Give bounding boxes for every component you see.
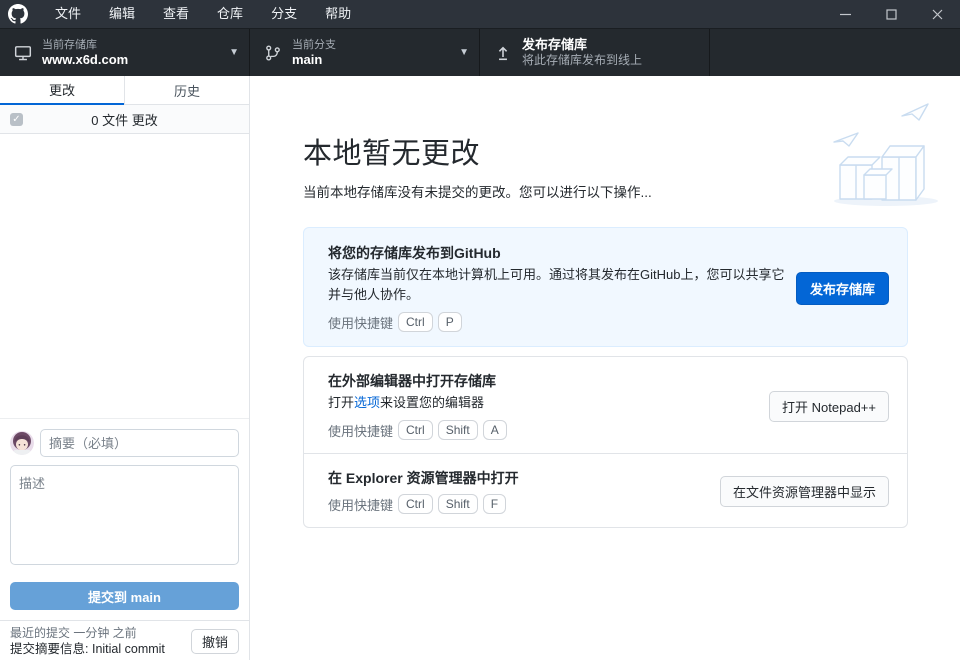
publish-repository-toolbar-button[interactable]: 发布存储库 将此存储库发布到线上 bbox=[480, 29, 710, 76]
sidebar: 更改 历史 ✓ 0 文件 更改 bbox=[0, 76, 250, 660]
key-ctrl: Ctrl bbox=[398, 312, 433, 332]
publish-repository-button[interactable]: 发布存储库 bbox=[796, 272, 889, 305]
commit-form: 提交到 main bbox=[0, 418, 249, 620]
key-shift: Shift bbox=[438, 420, 478, 440]
changes-list bbox=[0, 134, 249, 418]
key-f: F bbox=[483, 494, 506, 514]
page-subtitle: 当前本地存储库没有未提交的更改。您可以进行以下操作... bbox=[303, 181, 908, 201]
commit-to-main-button[interactable]: 提交到 main bbox=[10, 582, 239, 610]
branch-name: main bbox=[292, 52, 455, 68]
tab-changes[interactable]: 更改 bbox=[0, 76, 124, 105]
maximize-button[interactable] bbox=[868, 0, 914, 28]
publish-card-title: 将您的存储库发布到GitHub bbox=[328, 244, 796, 262]
key-ctrl: Ctrl bbox=[398, 420, 433, 440]
repository-label: 当前存储库 bbox=[42, 38, 225, 52]
show-in-explorer-button[interactable]: 在文件资源管理器中显示 bbox=[720, 476, 889, 507]
undo-button[interactable]: 撤销 bbox=[191, 629, 239, 654]
key-shift: Shift bbox=[438, 494, 478, 514]
explorer-card-shortcut: 使用快捷键 Ctrl Shift F bbox=[328, 494, 720, 514]
chevron-down-icon: ▼ bbox=[459, 47, 469, 58]
key-p: P bbox=[438, 312, 462, 332]
chevron-down-icon: ▼ bbox=[229, 47, 239, 58]
select-all-checkbox[interactable]: ✓ bbox=[10, 113, 23, 126]
menu-edit[interactable]: 编辑 bbox=[95, 0, 149, 28]
app-body: 更改 历史 ✓ 0 文件 更改 bbox=[0, 76, 960, 660]
avatar bbox=[10, 431, 34, 455]
key-a: A bbox=[483, 420, 507, 440]
current-repository-dropdown[interactable]: 当前存储库 www.x6d.com ▼ bbox=[0, 29, 250, 76]
tab-history[interactable]: 历史 bbox=[124, 76, 249, 105]
page-title: 本地暂无更改 bbox=[303, 130, 908, 172]
minimize-button[interactable] bbox=[822, 0, 868, 28]
main-panel: 本地暂无更改 当前本地存储库没有未提交的更改。您可以进行以下操作... 将您的存… bbox=[250, 76, 960, 660]
menu-repository[interactable]: 仓库 bbox=[203, 0, 257, 28]
open-notepad-button[interactable]: 打开 Notepad++ bbox=[769, 391, 889, 422]
publish-title: 发布存储库 bbox=[522, 37, 699, 53]
computer-icon bbox=[14, 44, 32, 62]
close-button[interactable] bbox=[914, 0, 960, 28]
commit-description-input[interactable] bbox=[10, 465, 239, 565]
file-count-label: 0 文件 更改 bbox=[0, 110, 249, 129]
options-link[interactable]: 选项 bbox=[354, 395, 380, 410]
editor-card-shortcut: 使用快捷键 Ctrl Shift A bbox=[328, 420, 769, 440]
toolbar: 当前存储库 www.x6d.com ▼ 当前分支 main ▼ 发布存储库 将此… bbox=[0, 28, 960, 76]
publish-card-body: 该存储库当前仅在本地计算机上可用。通过将其发布在GitHub上，您可以共享它并与… bbox=[328, 265, 796, 305]
commit-summary-input[interactable] bbox=[40, 429, 239, 457]
git-branch-icon bbox=[264, 44, 282, 62]
current-branch-dropdown[interactable]: 当前分支 main ▼ bbox=[250, 29, 480, 76]
menu-file[interactable]: 文件 bbox=[41, 0, 95, 28]
changed-files-header: ✓ 0 文件 更改 bbox=[0, 105, 249, 134]
menu-branch[interactable]: 分支 bbox=[257, 0, 311, 28]
open-in-editor-card: 在外部编辑器中打开存储库 打开选项来设置您的编辑器 使用快捷键 Ctrl Shi… bbox=[304, 357, 907, 453]
publish-card: 将您的存储库发布到GitHub 该存储库当前仅在本地计算机上可用。通过将其发布在… bbox=[303, 227, 908, 347]
actions-card-group: 在外部编辑器中打开存储库 打开选项来设置您的编辑器 使用快捷键 Ctrl Shi… bbox=[303, 356, 908, 528]
branch-label: 当前分支 bbox=[292, 38, 455, 52]
explorer-card-title: 在 Explorer 资源管理器中打开 bbox=[328, 469, 720, 487]
github-logo-icon bbox=[8, 4, 28, 24]
recent-commit-bar: 最近的提交 一分钟 之前 提交摘要信息: Initial commit 撤销 bbox=[0, 620, 249, 660]
github-desktop-window: 文件 编辑 查看 仓库 分支 帮助 当前存储库 www.x6d.com ▼ bbox=[0, 0, 960, 660]
repository-name: www.x6d.com bbox=[42, 52, 225, 68]
sidebar-tabs: 更改 历史 bbox=[0, 76, 249, 105]
menu-help[interactable]: 帮助 bbox=[311, 0, 365, 28]
window-controls bbox=[822, 0, 960, 28]
editor-card-body: 打开选项来设置您的编辑器 bbox=[328, 393, 769, 413]
publish-card-shortcut: 使用快捷键 Ctrl P bbox=[328, 312, 796, 332]
titlebar: 文件 编辑 查看 仓库 分支 帮助 bbox=[0, 0, 960, 28]
publish-subtitle: 将此存储库发布到线上 bbox=[522, 53, 699, 68]
menu-view[interactable]: 查看 bbox=[149, 0, 203, 28]
upload-icon bbox=[494, 44, 512, 62]
open-in-explorer-card: 在 Explorer 资源管理器中打开 使用快捷键 Ctrl Shift F 在… bbox=[304, 453, 907, 527]
blankslate: 本地暂无更改 当前本地存储库没有未提交的更改。您可以进行以下操作... 将您的存… bbox=[250, 130, 960, 528]
key-ctrl: Ctrl bbox=[398, 494, 433, 514]
editor-card-title: 在外部编辑器中打开存储库 bbox=[328, 372, 769, 390]
